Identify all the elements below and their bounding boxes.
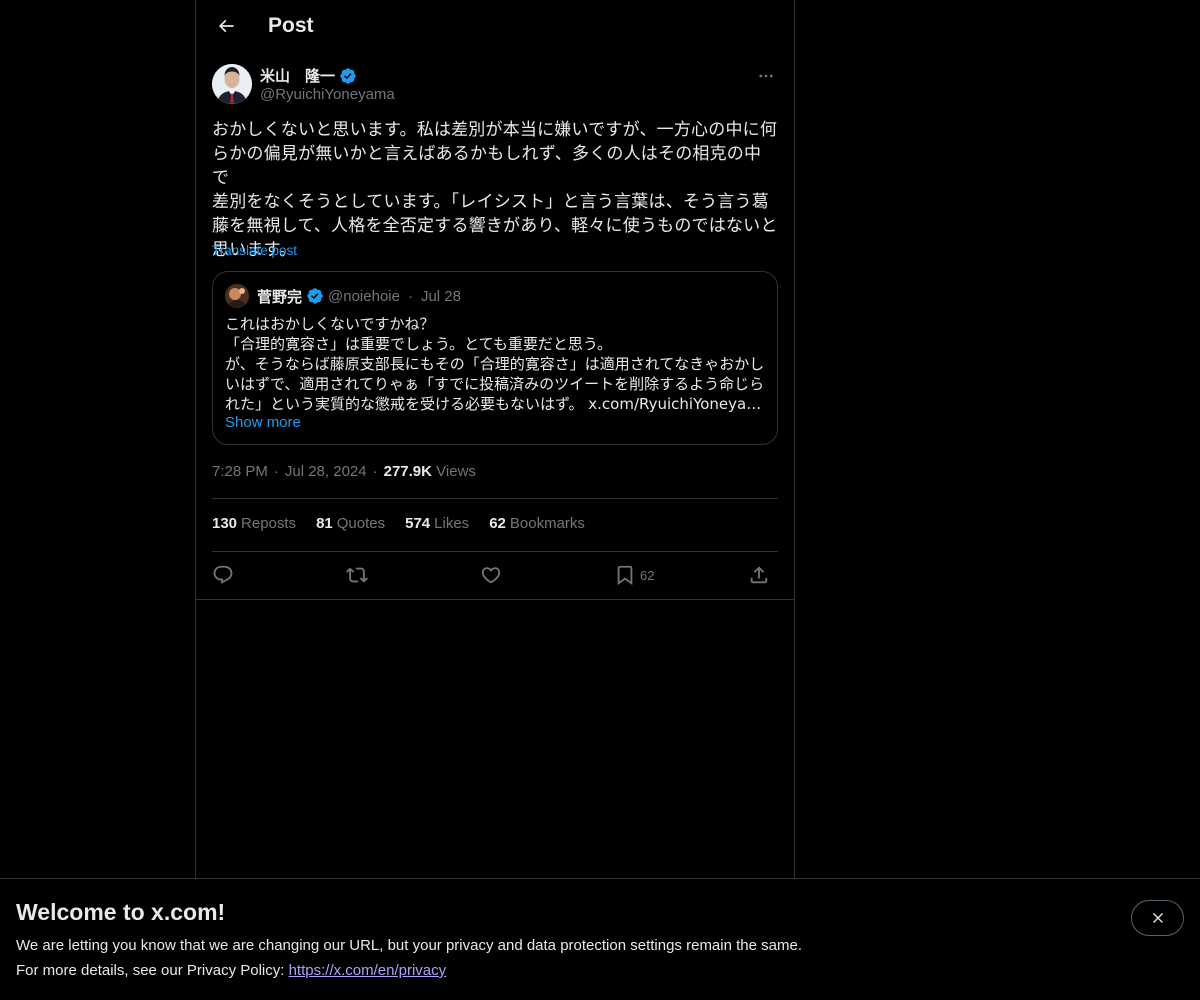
separator-dot: · (273, 463, 279, 480)
reply-icon (213, 565, 233, 584)
quoted-author-name: 菅野完 (257, 288, 303, 306)
bookmark-button[interactable]: 62 (614, 562, 654, 588)
divider (212, 551, 778, 552)
divider (212, 498, 778, 499)
bookmark-icon (617, 565, 633, 586)
post-text-line: 差別をなくそうとしています。「レイシスト」と言う言葉は、そう言う葛 (212, 192, 769, 212)
quoted-post-date: Jul 28 (420, 287, 461, 305)
stat-likes[interactable]: 574 Likes (405, 515, 469, 532)
action-bar: 62 (212, 562, 778, 588)
post-detail: Post 米山 隆一 @RyuichiYoneyama おかしくないと思います。… (196, 0, 794, 600)
quoted-avatar-photo (225, 284, 249, 308)
quoted-text-line: れた」という実質的な懲戒を受ける必要もないはず。 x.com/RyuichiYo… (225, 395, 765, 413)
privacy-policy-link[interactable]: https://x.com/en/privacy (289, 962, 447, 979)
stat-reposts[interactable]: 130 Reposts (212, 515, 296, 532)
banner-title: Welcome to x.com! (16, 899, 226, 925)
views-label: Views (436, 463, 476, 480)
verified-badge-icon (340, 67, 356, 84)
separator-dot: · (372, 463, 378, 480)
reply-button[interactable] (212, 562, 234, 588)
quoted-author-handle: @noiehoie (328, 287, 400, 305)
author-name[interactable]: 米山 隆一 (260, 65, 335, 86)
repost-icon (346, 567, 368, 583)
banner-message: We are letting you know that we are chan… (16, 937, 802, 954)
banner-privacy-prefix: For more details, see our Privacy Policy… (16, 962, 289, 979)
quoted-post-text: これはおかしくないですかね？ 「合理的寛容さ」は重要でしょう。とても重要だと思う… (225, 314, 765, 414)
author-handle[interactable]: @RyuichiYoneyama (260, 86, 395, 103)
more-options-button[interactable] (754, 64, 778, 88)
like-button[interactable] (480, 562, 502, 588)
translate-post-link[interactable]: Translate post (212, 243, 297, 258)
share-button[interactable] (748, 562, 770, 588)
page-title: Post (268, 14, 314, 37)
views-count: 277.9K (383, 463, 432, 480)
avatar-photo (212, 64, 252, 104)
author-row: 米山 隆一 @RyuichiYoneyama (212, 64, 778, 108)
quoted-post-header: 菅野完 @noiehoie · Jul 28 (225, 284, 765, 308)
quoted-text-line: が、そうならば藤原支部長にもその「合理的寛容さ」は適用されてなきゃおかし (225, 355, 765, 373)
more-horizontal-icon (759, 74, 773, 78)
heart-icon (481, 567, 501, 584)
post-text: おかしくないと思います。私は差別が本当に嫌いですが、一方心の中に何 らかの偏見が… (212, 118, 778, 262)
arrow-left-icon (218, 19, 234, 33)
welcome-banner: Welcome to x.com! We are letting you kno… (0, 878, 1200, 1000)
show-more-link[interactable]: Show more (225, 414, 765, 431)
quoted-avatar (225, 284, 249, 308)
banner-privacy-line: For more details, see our Privacy Policy… (16, 962, 446, 979)
quoted-text-line: いはずで、適用されてりゃぁ「すでに投稿済みのツイートを削除するよう命じら (225, 375, 765, 393)
close-banner-button[interactable] (1131, 900, 1184, 936)
quoted-text-line: 「合理的寛容さ」は重要でしょう。とても重要だと思う。 (225, 335, 613, 353)
share-icon (750, 566, 768, 584)
post-header: Post (196, 0, 794, 53)
post-stats: 130 Reposts 81 Quotes 574 Likes 62 Bookmarks (212, 515, 585, 532)
close-icon (1152, 913, 1163, 923)
post-text-line: 藤を無視して、人格を全否定する響きがあり、軽々に使うものではないと (212, 216, 778, 236)
stat-bookmarks[interactable]: 62 Bookmarks (489, 515, 585, 532)
quoted-post[interactable]: 菅野完 @noiehoie · Jul 28 これはおかしくないですかね？ 「合… (212, 271, 778, 445)
back-button[interactable] (208, 8, 244, 44)
post-time[interactable]: 7:28 PM (212, 463, 268, 480)
post-date[interactable]: Jul 28, 2024 (285, 463, 367, 480)
avatar[interactable] (212, 64, 252, 104)
post-text-line: らかの偏見が無いかと言えばあるかもしれず、多くの人はその相克の中で (212, 144, 762, 188)
post-meta: 7:28 PM · Jul 28, 2024 · 277.9K Views (212, 463, 476, 480)
repost-button[interactable] (346, 562, 368, 588)
quoted-text-line: これはおかしくないですかね？ (225, 315, 435, 333)
post-text-line: おかしくないと思います。私は差別が本当に嫌いですが、一方心の中に何 (212, 120, 778, 140)
main-column: Post 米山 隆一 @RyuichiYoneyama おかしくないと思います。… (195, 0, 795, 880)
bookmark-count: 62 (640, 567, 655, 583)
views: 277.9K Views (384, 463, 476, 480)
verified-badge-icon (307, 288, 323, 304)
stat-quotes[interactable]: 81 Quotes (316, 515, 385, 532)
separator-dot: · (407, 287, 413, 305)
